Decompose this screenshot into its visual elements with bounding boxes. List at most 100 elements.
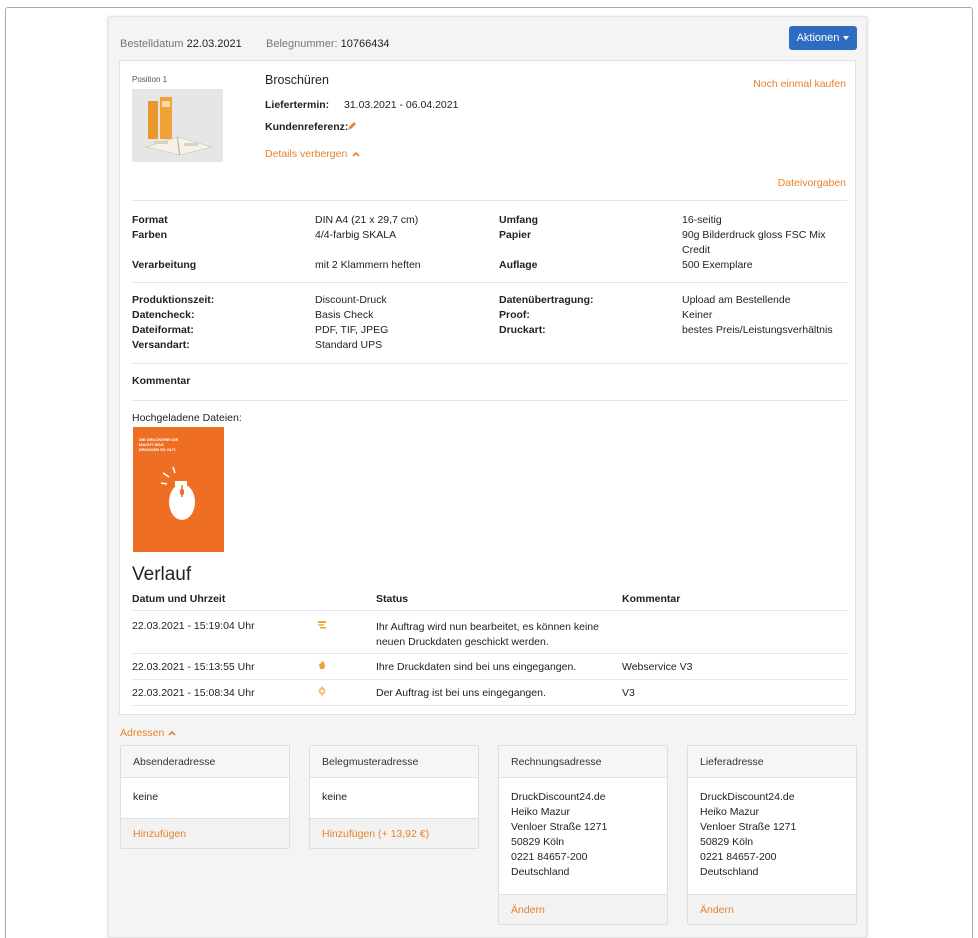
spec-label: Dateiformat: bbox=[132, 324, 194, 336]
gear-icon bbox=[317, 686, 327, 699]
address-card-title: Absenderadresse bbox=[121, 746, 289, 778]
history-title: Verlauf bbox=[132, 564, 192, 585]
address-line: 0221 84657-200 bbox=[700, 851, 777, 863]
caret-down-icon bbox=[843, 36, 850, 41]
spec-value: PDF, TIF, JPEG bbox=[315, 324, 389, 336]
history-col-comment: Kommentar bbox=[622, 593, 681, 605]
spec-label: Proof: bbox=[499, 309, 530, 321]
addresses-toggle[interactable]: Adressen bbox=[120, 727, 176, 739]
receipt-label: Belegnummer: bbox=[266, 38, 338, 50]
receipt-number: Belegnummer: 10766434 bbox=[266, 33, 390, 55]
spec-value: Upload am Bestellende bbox=[682, 294, 791, 306]
order-date-label: Bestelldatum bbox=[120, 38, 184, 50]
spec-label: Versandart: bbox=[132, 339, 190, 351]
sample-address-card: Belegmusteradresse keine Hinzufügen (+ 1… bbox=[309, 745, 479, 849]
sender-address-card: Absenderadresse keine Hinzufügen bbox=[120, 745, 290, 849]
history-status-line: Ihr Auftrag wird nun bearbeitet, es könn… bbox=[376, 621, 599, 633]
address-line: DruckDiscount24.de bbox=[700, 791, 795, 803]
address-line: Deutschland bbox=[700, 866, 759, 878]
spec-label: Umfang bbox=[499, 214, 539, 226]
spec-value: DIN A4 (21 x 29,7 cm) bbox=[315, 214, 419, 226]
delivery-label: Liefertermin: bbox=[265, 99, 330, 111]
divider bbox=[132, 363, 847, 364]
add-sample-address-link[interactable]: Hinzufügen (+ 13,92 €) bbox=[310, 818, 478, 848]
mouse-icon bbox=[160, 466, 195, 520]
spec-label: Papier bbox=[499, 229, 532, 241]
position-label: Position 1 bbox=[132, 75, 168, 84]
hide-details-link[interactable]: Details verbergen bbox=[265, 148, 360, 160]
divider bbox=[132, 610, 847, 611]
divider bbox=[132, 282, 847, 283]
history-col-date: Datum und Uhrzeit bbox=[132, 593, 226, 605]
address-line: 0221 84657-200 bbox=[511, 851, 588, 863]
spec-value: 500 Exemplare bbox=[682, 259, 753, 271]
history-status-line: neuen Druckdaten geschickt werden. bbox=[376, 636, 549, 648]
process-icon bbox=[317, 619, 327, 632]
add-sender-address-link[interactable]: Hinzufügen bbox=[121, 818, 289, 848]
address-line: keine bbox=[322, 791, 348, 803]
order-date-value: 22.03.2021 bbox=[186, 38, 242, 50]
spec-label: Verarbeitung bbox=[132, 259, 197, 271]
spec-value: 90g Bilderdruck gloss FSC Mix Credit bbox=[682, 229, 826, 256]
spec-value: 4/4-farbig SKALA bbox=[315, 229, 397, 241]
buy-again-link[interactable]: Noch einmal kaufen bbox=[753, 78, 846, 90]
address-card-body: DruckDiscount24.de Heiko Mazur Venloer S… bbox=[688, 778, 856, 894]
comment-label: Kommentar bbox=[132, 375, 191, 387]
divider bbox=[132, 679, 847, 680]
address-line: Venloer Straße 1271 bbox=[511, 821, 608, 833]
chevron-up-icon bbox=[168, 731, 176, 736]
spec-label: Datencheck: bbox=[132, 309, 195, 321]
address-line: keine bbox=[133, 791, 159, 803]
order-date: Bestelldatum 22.03.2021 bbox=[120, 33, 242, 55]
uploaded-files-label: Hochgeladene Dateien: bbox=[132, 412, 242, 424]
change-delivery-address-link[interactable]: Ändern bbox=[688, 894, 856, 924]
change-billing-address-link[interactable]: Ändern bbox=[499, 894, 667, 924]
address-card-title: Rechnungsadresse bbox=[499, 746, 667, 778]
delivery-value: 31.03.2021 - 06.04.2021 bbox=[344, 99, 459, 111]
history-date: 22.03.2021 - 15:19:04 Uhr bbox=[132, 620, 255, 632]
address-line: Venloer Straße 1271 bbox=[700, 821, 797, 833]
address-line: DruckDiscount24.de bbox=[511, 791, 606, 803]
receipt-value: 10766434 bbox=[340, 38, 390, 50]
address-line: Heiko Mazur bbox=[511, 806, 570, 818]
hand-icon bbox=[317, 660, 327, 673]
spec-value: mit 2 Klammern heften bbox=[315, 259, 421, 271]
history-status: Der Auftrag ist bei uns eingegangen. bbox=[376, 687, 546, 699]
address-card-body: keine bbox=[121, 778, 289, 818]
spec-label: Format bbox=[132, 214, 168, 226]
history-comment: Webservice V3 bbox=[622, 661, 693, 673]
address-card-title: Belegmusteradresse bbox=[310, 746, 478, 778]
spec-value: Keiner bbox=[682, 309, 713, 321]
divider bbox=[132, 653, 847, 654]
history-status: Ihr Auftrag wird nun bearbeitet, es könn… bbox=[376, 620, 599, 650]
spec-value: Basis Check bbox=[315, 309, 374, 321]
address-card-title: Lieferadresse bbox=[688, 746, 856, 778]
actions-dropdown-button[interactable]: Aktionen bbox=[789, 26, 857, 50]
pencil-icon bbox=[348, 122, 356, 130]
spec-value: 16-seitig bbox=[682, 214, 722, 226]
actions-label: Aktionen bbox=[796, 32, 840, 44]
billing-address-card: Rechnungsadresse DruckDiscount24.de Heik… bbox=[498, 745, 668, 925]
divider bbox=[132, 400, 847, 401]
order-card: Bestelldatum 22.03.2021 Belegnummer: 107… bbox=[108, 16, 867, 938]
chevron-up-icon bbox=[352, 152, 360, 157]
edit-reference-button[interactable] bbox=[346, 120, 358, 135]
spec-label: Druckart: bbox=[499, 324, 546, 336]
file-specs-link[interactable]: Dateivorgaben bbox=[778, 177, 846, 189]
spec-value: Discount-Druck bbox=[315, 294, 387, 306]
product-title: Broschüren bbox=[265, 73, 329, 87]
spec-value: bestes Preis/Leistungsverhältnis bbox=[682, 324, 833, 336]
address-card-body: DruckDiscount24.de Heiko Mazur Venloer S… bbox=[499, 778, 667, 894]
addresses-toggle-label: Adressen bbox=[120, 727, 165, 739]
history-status: Ihre Druckdaten sind bei uns eingegangen… bbox=[376, 661, 577, 673]
product-image bbox=[132, 89, 223, 162]
history-date: 22.03.2021 - 15:08:34 Uhr bbox=[132, 687, 255, 699]
history-comment: V3 bbox=[622, 687, 635, 699]
spec-label: Datenübertragung: bbox=[499, 294, 594, 306]
hide-details-label: Details verbergen bbox=[265, 148, 348, 160]
history-col-status: Status bbox=[376, 593, 409, 605]
customer-ref-label: Kundenreferenz: bbox=[265, 121, 349, 133]
address-line: 50829 Köln bbox=[511, 836, 565, 848]
uploaded-file-thumbnail[interactable]: DIE DRUCKEREI DIE MACHT WAS DRUCKEN SO G… bbox=[133, 427, 224, 552]
divider bbox=[132, 705, 847, 706]
